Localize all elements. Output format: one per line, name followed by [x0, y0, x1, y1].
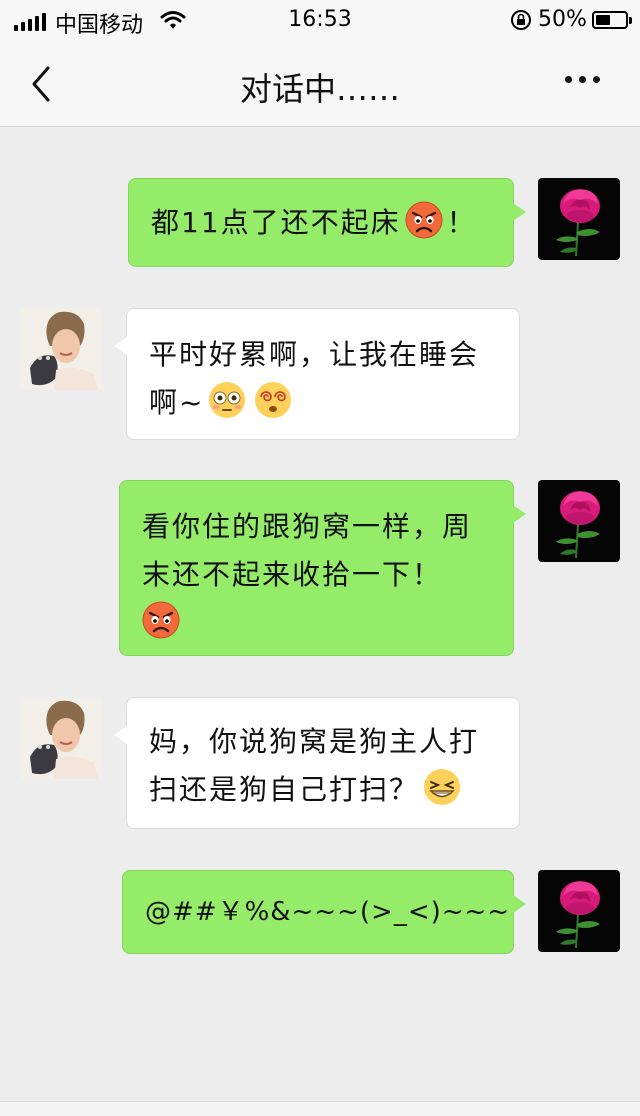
message-text: @##￥%&~~~(>_<)~~~ [145, 897, 511, 927]
avatar-self[interactable] [538, 178, 620, 260]
message-text-line: 末还不起来收拾一下！ [142, 558, 443, 591]
avatar-contact[interactable] [20, 308, 102, 390]
message-text-line: 看你住的跟狗窝一样，周 [142, 510, 473, 543]
grinning-squint-face-icon [423, 768, 462, 806]
battery-percent: 50% [538, 7, 587, 32]
battery-icon [592, 11, 632, 29]
message-text-line: 平时好累啊，让我在睡会 [149, 338, 480, 371]
message-text-line: 扫还是狗自己打扫？ [149, 773, 420, 806]
message-text: 都11点了还不起床 [151, 206, 401, 239]
message-text: ！ [446, 206, 477, 239]
more-button[interactable] [565, 76, 600, 83]
angry-face-icon [404, 201, 443, 239]
dizzy-face-icon [254, 381, 293, 419]
status-bar: 中国移动 16:53 50% [0, 0, 640, 42]
nav-bar: 对话中…… [0, 42, 640, 127]
page-title: 对话中…… [239, 70, 400, 108]
angry-face-icon [142, 601, 180, 639]
message-bubble[interactable]: 都11点了还不起床 ！ [128, 178, 526, 267]
message-bubble[interactable]: 平时好累啊，让我在睡会 啊~ [114, 308, 520, 440]
avatar-self[interactable] [538, 480, 620, 562]
input-bar[interactable] [0, 1101, 640, 1116]
avatar-contact[interactable] [20, 697, 102, 779]
avatar-self[interactable] [538, 870, 620, 952]
message-bubble[interactable]: @##￥%&~~~(>_<)~~~ [122, 870, 526, 954]
message-text-line: 啊~ [149, 386, 205, 419]
message-bubble[interactable]: 看你住的跟狗窝一样，周 末还不起来收拾一下！ [119, 480, 526, 656]
message-text-line: 妈，你说狗窝是狗主人打 [149, 725, 480, 758]
message-bubble[interactable]: 妈，你说狗窝是狗主人打 扫还是狗自己打扫？ [114, 697, 520, 829]
flushed-face-icon [208, 381, 247, 419]
orientation-lock-icon [511, 10, 531, 30]
